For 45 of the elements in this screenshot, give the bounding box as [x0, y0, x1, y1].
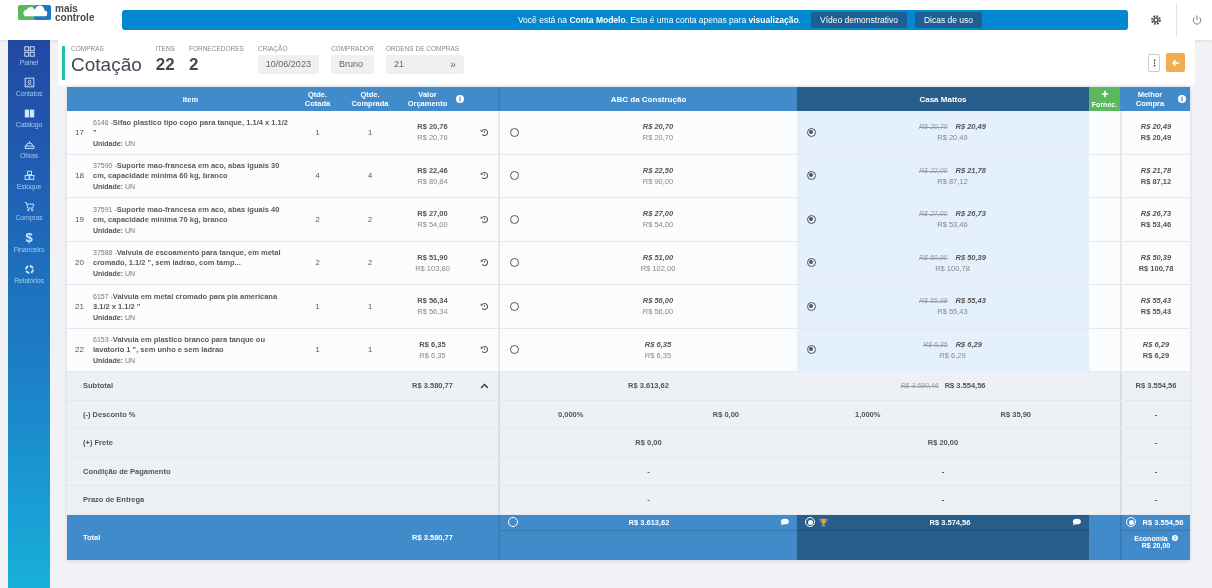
cart-icon [23, 201, 35, 212]
logo-icon [18, 3, 52, 22]
comment-icon[interactable] [1072, 518, 1081, 526]
grid-icon [23, 46, 35, 57]
boxes-icon [23, 170, 35, 181]
row-number: 18 [75, 171, 85, 181]
row-number: 21 [75, 301, 85, 311]
supplier-header[interactable]: Casa Mattos [797, 87, 1089, 111]
logo-text: controle [55, 12, 95, 22]
power-icon[interactable] [1191, 14, 1203, 26]
readonly-field[interactable]: 10/06/2023 [257, 54, 319, 74]
undo-icon[interactable] [479, 171, 489, 181]
row-number: 19 [75, 214, 85, 224]
undo-icon[interactable] [479, 301, 489, 311]
stat-value: 22 [155, 54, 175, 75]
readonly-field[interactable]: Bruno [330, 54, 374, 74]
notice-message: Você está na Conta Modelo. Esta é uma conta apenas para visualização. [517, 15, 801, 25]
page-title: Cotação [71, 54, 142, 75]
logo-text: mais [55, 3, 78, 13]
undo-icon[interactable] [479, 214, 489, 224]
arrow-left-icon [1171, 58, 1180, 67]
banner-button[interactable]: Dicas de uso [914, 12, 983, 28]
info-icon [1171, 535, 1178, 541]
banner-button[interactable]: Vídeo demonstrativo [810, 12, 907, 28]
contact-card-icon [23, 77, 35, 88]
supplier-header[interactable]: ABC da Construção [500, 87, 797, 111]
dollar-icon: $ [25, 232, 33, 244]
undo-icon[interactable] [479, 345, 489, 355]
row-number: 20 [75, 258, 85, 268]
plus-icon [1100, 90, 1109, 98]
comment-icon[interactable] [780, 518, 789, 526]
hard-hat-icon [23, 139, 35, 150]
stat-value: 2 [188, 54, 200, 75]
info-icon [1178, 95, 1186, 103]
book-icon [23, 108, 35, 119]
undo-icon[interactable] [479, 258, 489, 268]
info-icon [456, 95, 464, 103]
settings-icon[interactable] [1150, 14, 1162, 26]
row-number: 22 [75, 345, 85, 355]
vertical-dots-icon [1152, 58, 1156, 67]
readonly-field[interactable]: 21 » [385, 54, 464, 74]
ring-icon [23, 264, 35, 275]
undo-icon[interactable] [479, 127, 489, 137]
caret-icon[interactable] [479, 382, 489, 389]
row-number: 17 [75, 127, 85, 137]
